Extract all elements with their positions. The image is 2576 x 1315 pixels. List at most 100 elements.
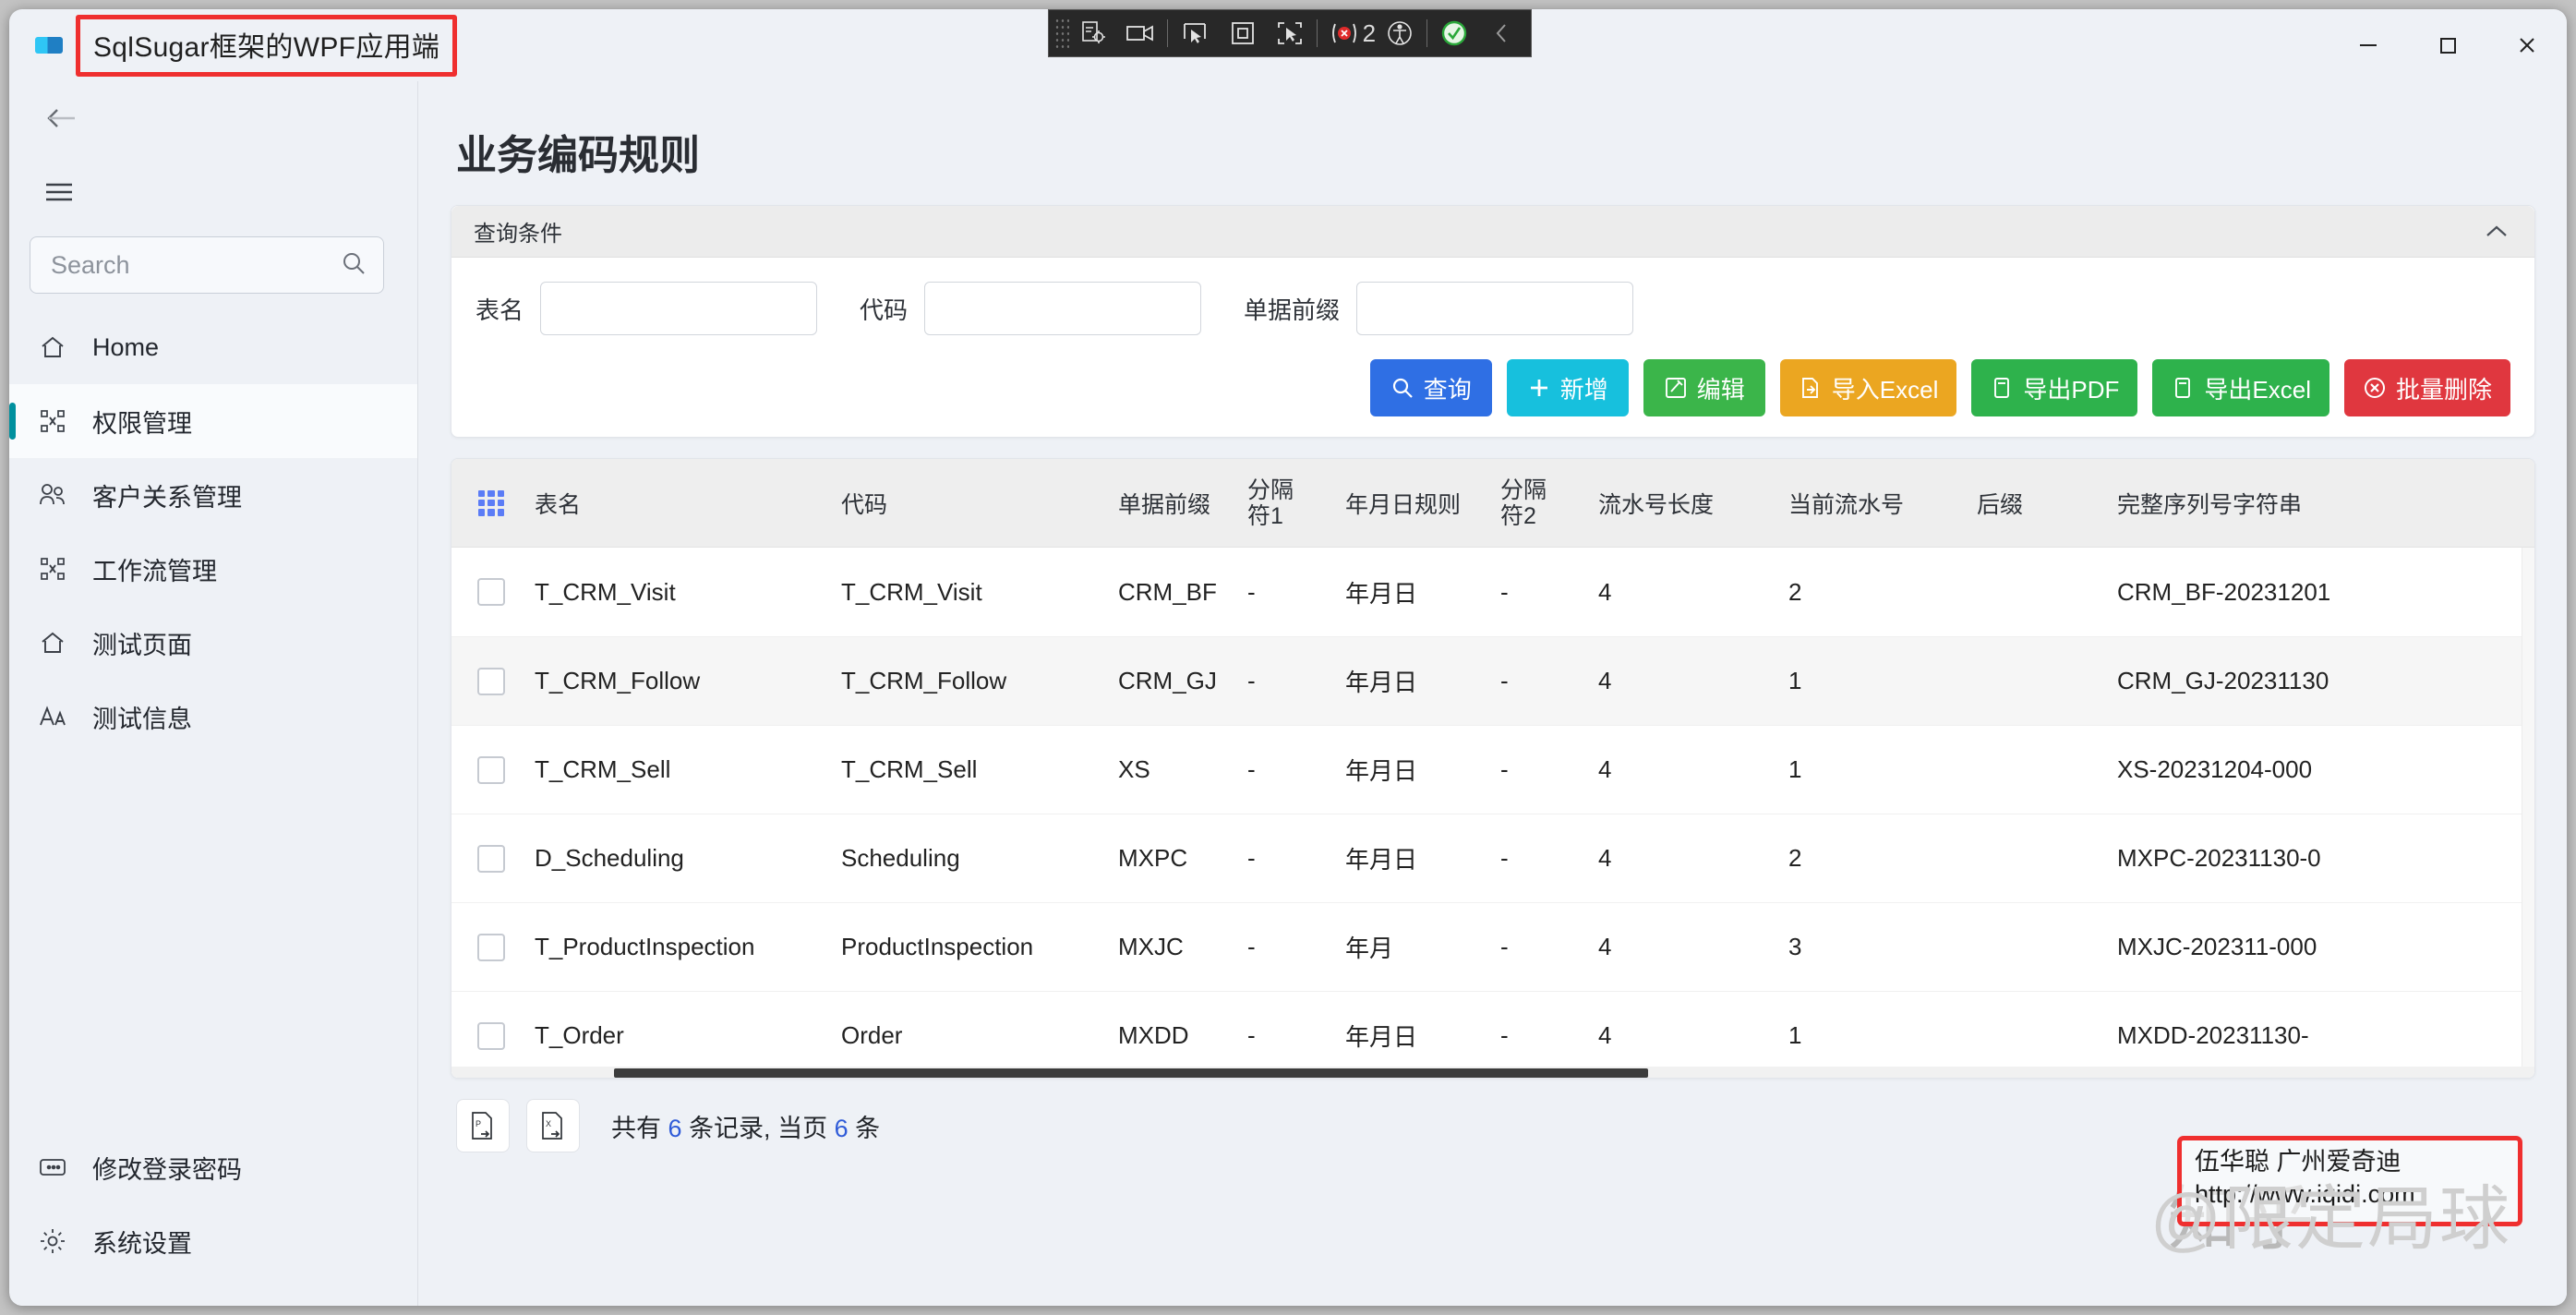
edit-button[interactable]: 编辑 — [1643, 359, 1765, 416]
sidebar-item-home[interactable]: Home — [9, 310, 417, 384]
table-row[interactable]: D_Scheduling Scheduling MXPC - 年月日 - 4 2… — [451, 814, 2534, 902]
export-pdf-button[interactable]: 导出PDF — [1971, 359, 2137, 416]
cell-doc-prefix: XS — [1118, 755, 1247, 784]
error-count-icon[interactable] — [1320, 13, 1368, 54]
import-excel-button[interactable]: 导入Excel — [1780, 359, 1957, 416]
rectangle-select-icon[interactable] — [1219, 13, 1267, 54]
drag-dots-icon[interactable] — [451, 490, 531, 516]
filter-field-code: 代码 — [860, 282, 1201, 335]
record-video-icon[interactable] — [1117, 13, 1165, 54]
export-excel-icon[interactable]: X — [526, 1099, 580, 1152]
query-panel-header[interactable]: 查询条件 — [451, 206, 2534, 258]
cell-serial-length: 4 — [1598, 844, 1788, 873]
horizontal-scrollbar[interactable] — [451, 1067, 2534, 1078]
data-table: 表名 代码 单据前缀 分隔符1 年月日规则 分隔符2 流水号长度 当前流水号 后… — [451, 458, 2535, 1079]
code-input[interactable] — [924, 282, 1201, 335]
filter-label: 表名 — [475, 292, 524, 326]
cell-current-serial: 1 — [1788, 667, 1977, 695]
cell-code: T_CRM_Sell — [841, 755, 1118, 784]
horizontal-scrollbar-thumb[interactable] — [614, 1068, 1648, 1078]
sidebar: Search Home — [9, 81, 418, 1306]
column-header-table-name[interactable]: 表名 — [531, 487, 841, 520]
column-header-separator-2[interactable]: 分隔符2 — [1500, 477, 1598, 529]
svg-text:P: P — [475, 1119, 481, 1128]
application-window: SqlSugar框架的WPF应用端 — [9, 9, 2567, 1306]
search-input[interactable]: Search — [30, 236, 384, 294]
close-button[interactable] — [2487, 18, 2567, 72]
minimize-button[interactable] — [2329, 18, 2408, 72]
column-header-date-rule[interactable]: 年月日规则 — [1345, 487, 1500, 520]
row-checkbox[interactable] — [451, 578, 531, 606]
capture-toolbar: 2 — [1048, 9, 1532, 57]
sidebar-item-test-info[interactable]: 测试信息 — [9, 680, 417, 754]
collapse-icon[interactable] — [1477, 13, 1525, 54]
filter-row: 表名 代码 单据前缀 — [475, 282, 2510, 335]
column-header-suffix[interactable]: 后缀 — [1977, 487, 2117, 520]
column-header-code[interactable]: 代码 — [841, 487, 1118, 520]
cell-table-name: T_CRM_Follow — [531, 667, 841, 695]
row-checkbox[interactable] — [451, 756, 531, 784]
cell-separator-1: - — [1247, 578, 1345, 607]
export-excel-button[interactable]: 导出Excel — [2152, 359, 2329, 416]
toolbar-grip-handle[interactable] — [1054, 18, 1069, 49]
sidebar-item-workflow[interactable]: 工作流管理 — [9, 532, 417, 606]
column-header-serial-length[interactable]: 流水号长度 — [1598, 487, 1788, 520]
sidebar-item-test-page[interactable]: 测试页面 — [9, 606, 417, 680]
button-label: 导出PDF — [2023, 371, 2119, 405]
title-bar-left: SqlSugar框架的WPF应用端 — [9, 15, 457, 77]
query-panel-title: 查询条件 — [474, 215, 562, 247]
sidebar-item-change-password[interactable]: 修改登录密码 — [9, 1130, 417, 1204]
add-button[interactable]: 新增 — [1507, 359, 1629, 416]
button-label: 导入Excel — [1832, 371, 1939, 405]
column-header-doc-prefix[interactable]: 单据前缀 — [1118, 487, 1247, 520]
total-record-count: 6 — [668, 1115, 682, 1142]
export-pdf-icon[interactable]: P — [456, 1099, 510, 1152]
pointer-select-icon[interactable] — [1171, 13, 1219, 54]
people-icon — [37, 482, 68, 508]
query-button[interactable]: 查询 — [1370, 359, 1492, 416]
region-pointer-icon[interactable] — [1266, 13, 1314, 54]
row-checkbox[interactable] — [451, 1022, 531, 1050]
accessibility-icon[interactable] — [1376, 13, 1424, 54]
table-row[interactable]: T_CRM_Follow T_CRM_Follow CRM_GJ - 年月日 -… — [451, 636, 2534, 725]
query-panel-body: 表名 代码 单据前缀 — [451, 258, 2534, 437]
sidebar-item-crm[interactable]: 客户关系管理 — [9, 458, 417, 532]
button-label: 导出Excel — [2204, 371, 2311, 405]
back-button[interactable] — [9, 81, 417, 155]
capture-settings-icon[interactable] — [1069, 13, 1117, 54]
sidebar-item-label: 权限管理 — [92, 404, 192, 440]
hamburger-menu-button[interactable] — [9, 155, 417, 229]
table-row[interactable]: T_ProductInspection ProductInspection MX… — [451, 902, 2534, 991]
maximize-button[interactable] — [2408, 18, 2487, 72]
cell-doc-prefix: MXJC — [1118, 933, 1247, 961]
column-header-separator-1[interactable]: 分隔符1 — [1247, 477, 1345, 529]
table-row[interactable]: T_CRM_Visit T_CRM_Visit CRM_BF - 年月日 - 4… — [451, 548, 2534, 636]
search-placeholder: Search — [51, 251, 341, 280]
column-header-current-serial[interactable]: 当前流水号 — [1788, 487, 1977, 520]
chevron-up-icon[interactable] — [2483, 223, 2510, 241]
check-status-icon[interactable] — [1430, 13, 1478, 54]
sidebar-item-label: 测试页面 — [92, 625, 192, 661]
import-icon — [1799, 376, 1823, 400]
sidebar-item-permission-management[interactable]: 权限管理 — [9, 384, 417, 458]
nodes-icon — [37, 408, 68, 434]
batch-delete-button[interactable]: 批量删除 — [2344, 359, 2510, 416]
table-name-input[interactable] — [540, 282, 817, 335]
sidebar-item-system-settings[interactable]: 系统设置 — [9, 1204, 417, 1278]
cell-separator-1: - — [1247, 933, 1345, 961]
window-controls — [2329, 18, 2567, 72]
cell-date-rule: 年月日 — [1345, 664, 1500, 698]
row-checkbox[interactable] — [451, 668, 531, 695]
cell-doc-prefix: MXPC — [1118, 844, 1247, 873]
row-checkbox[interactable] — [451, 845, 531, 873]
cell-separator-2: - — [1500, 755, 1598, 784]
table-row[interactable]: T_Order Order MXDD - 年月日 - 4 1 MXDD-2023… — [451, 991, 2534, 1079]
doc-prefix-input[interactable] — [1356, 282, 1633, 335]
row-checkbox[interactable] — [451, 934, 531, 961]
table-row[interactable]: T_CRM_Sell T_CRM_Sell XS - 年月日 - 4 1 XS-… — [451, 725, 2534, 814]
sidebar-item-label: 客户关系管理 — [92, 477, 242, 513]
search-icon — [1390, 376, 1414, 400]
search-icon[interactable] — [341, 250, 367, 281]
vertical-scrollbar[interactable] — [2522, 548, 2534, 1067]
column-header-full-serial-string[interactable]: 完整序列号字符串 — [2117, 487, 2486, 520]
